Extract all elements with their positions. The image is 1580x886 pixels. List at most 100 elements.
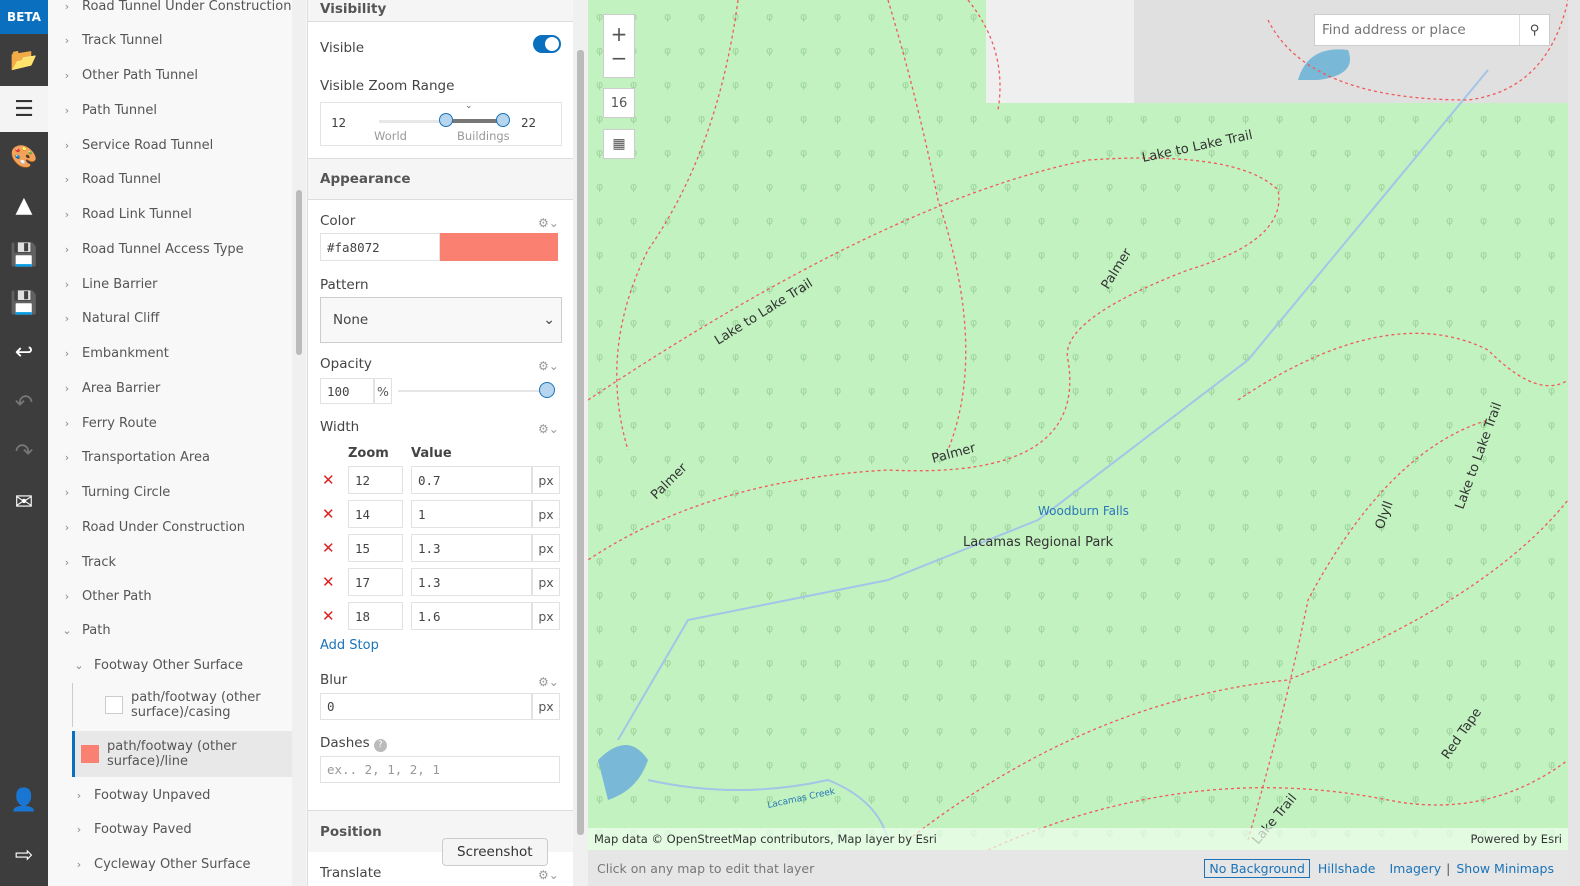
stop-value-input[interactable]: 0.7 [411, 466, 532, 494]
map-attribution[interactable]: Map data © OpenStreetMap contributors, M… [594, 832, 937, 846]
save-as-icon[interactable]: 💾 [0, 280, 48, 326]
layer-item[interactable]: › Natural Cliff [48, 302, 292, 336]
account-icon[interactable]: 👤 [0, 777, 48, 823]
stop-value-input[interactable]: 1.3 [411, 568, 532, 596]
powered-by-esri[interactable]: Powered by Esri [1471, 832, 1563, 846]
color-input[interactable]: #fa8072 [320, 233, 440, 261]
layer-item[interactable]: › Path Tunnel [48, 93, 292, 127]
gear-icon[interactable]: ⚙⌄ [538, 868, 559, 882]
remove-stop-icon[interactable]: ✕ [322, 607, 335, 625]
layer-label: Other Path [82, 589, 152, 605]
layer-item[interactable]: › Track Tunnel [48, 24, 292, 58]
blur-input[interactable]: 0 [320, 693, 532, 720]
layer-line-selected[interactable]: path/footway (other surface)/line [72, 731, 292, 777]
zoom-column-header: Zoom [348, 446, 389, 461]
layer-list-scrollbar[interactable] [292, 0, 306, 886]
layer-label: Natural Cliff [82, 311, 160, 327]
opacity-slider[interactable] [398, 390, 548, 392]
layer-label: Service Road Tunnel [82, 137, 214, 153]
layer-item[interactable]: › Embankment [48, 337, 292, 371]
stop-value-input[interactable]: 1 [411, 500, 532, 528]
zoom-min[interactable]: 12 [331, 115, 346, 130]
layer-label: Road Under Construction [82, 519, 246, 535]
layer-item[interactable]: › Service Road Tunnel [48, 128, 292, 162]
layer-item[interactable]: › Road Link Tunnel [48, 198, 292, 232]
layer-item[interactable]: › Other Path [48, 580, 292, 614]
undo-icon[interactable]: ↶ [0, 380, 48, 426]
stop-value-input[interactable]: 1.3 [411, 534, 532, 562]
layer-item[interactable]: › Other Path Tunnel [48, 59, 292, 93]
folder-icon[interactable]: 📂 [0, 37, 48, 83]
dashes-input[interactable]: ex.. 2, 1, 2, 1 [320, 756, 560, 783]
hillshade-button[interactable]: Hillshade [1318, 861, 1376, 876]
layer-item[interactable]: › Track [48, 545, 292, 579]
zoom-max-handle[interactable] [496, 113, 510, 127]
layer-item[interactable]: › Transportation Area [48, 441, 292, 475]
chevron-right-icon: › [64, 208, 70, 221]
layer-item[interactable]: › Road Under Construction [48, 510, 292, 544]
zoom-out-button[interactable]: − [611, 46, 628, 70]
redo-icon[interactable]: ↷ [0, 429, 48, 475]
layer-item[interactable]: › Footway Unpaved [48, 778, 292, 812]
stop-zoom-input[interactable]: 14 [348, 500, 403, 528]
export-icon[interactable]: ⇨ [0, 832, 48, 878]
layer-item[interactable]: › Area Barrier [48, 371, 292, 405]
remove-stop-icon[interactable]: ✕ [322, 505, 335, 523]
shapes-icon[interactable]: ▲ [0, 182, 48, 228]
panel-scrollbar[interactable] [573, 0, 588, 886]
stop-zoom-input[interactable]: 18 [348, 602, 403, 630]
help-icon[interactable]: ? [373, 739, 387, 752]
layer-item[interactable]: › Footway Paved [48, 813, 292, 847]
palette-icon[interactable]: 🎨 [0, 134, 48, 180]
opacity-handle[interactable] [539, 382, 555, 398]
layer-label: Line Barrier [82, 276, 158, 292]
layer-item[interactable]: › Turning Circle [48, 476, 292, 510]
revert-icon[interactable]: ↩ [0, 329, 48, 375]
imagery-button[interactable]: Imagery [1389, 861, 1441, 876]
layer-item[interactable]: › Cycleway Other Surface [48, 848, 292, 882]
remove-stop-icon[interactable]: ✕ [322, 471, 335, 489]
layer-item[interactable]: › Ferry Route [48, 406, 292, 440]
pattern-select[interactable]: None ⌄ [320, 297, 562, 343]
stop-zoom-input[interactable]: 15 [348, 534, 403, 562]
gear-icon[interactable]: ⚙⌄ [538, 675, 559, 689]
chevron-right-icon: › [64, 520, 70, 534]
layer-list: › Road Tunnel Under Construction › Track Tu… [48, 0, 292, 886]
color-swatch[interactable] [440, 233, 558, 261]
layer-item[interactable]: › Road Tunnel [48, 163, 292, 197]
stop-zoom-input[interactable]: 17 [348, 568, 403, 596]
visible-toggle[interactable] [533, 35, 561, 53]
layers-icon[interactable]: ☰ [0, 86, 48, 132]
beta-badge: BETA [0, 0, 48, 34]
zoom-in-button[interactable]: + [611, 22, 628, 46]
remove-stop-icon[interactable]: ✕ [322, 573, 335, 591]
map-canvas[interactable]: φ Lake to Lake Trail Lake to Lake Trail … [588, 0, 1568, 850]
save-icon[interactable]: 💾 [0, 232, 48, 278]
gear-icon[interactable]: ⚙⌄ [538, 422, 559, 436]
mail-icon[interactable]: ✉ [0, 479, 48, 525]
stop-value-input[interactable]: 1.6 [411, 602, 532, 630]
zoom-range-slider[interactable]: 12 22 ⌄ World Buildings [320, 101, 562, 146]
layer-casing[interactable]: path/footway (other surface)/casing [72, 683, 292, 727]
opacity-input[interactable]: 100 [320, 378, 374, 404]
layer-group-path[interactable]: ⌄ Path [48, 613, 292, 647]
grid-icon[interactable]: ▦ [603, 129, 635, 159]
add-stop-link[interactable]: Add Stop [320, 638, 379, 653]
stop-zoom-input[interactable]: 12 [348, 466, 403, 494]
no-background-button[interactable]: No Background [1204, 858, 1310, 878]
search-icon[interactable]: ⚲ [1519, 15, 1549, 45]
show-minimaps-button[interactable]: Show Minimaps [1456, 861, 1554, 876]
gear-icon[interactable]: ⚙⌄ [538, 216, 559, 230]
layer-item[interactable]: › Road Tunnel Under Construction [48, 0, 292, 23]
layer-item[interactable]: › Line Barrier [48, 267, 292, 301]
remove-stop-icon[interactable]: ✕ [322, 539, 335, 557]
search-input[interactable] [1315, 15, 1519, 45]
chevron-right-icon: › [76, 858, 82, 871]
layer-label: Footway Unpaved [94, 787, 211, 803]
layer-item[interactable]: › Road Tunnel Access Type [48, 232, 292, 266]
layer-group-footway-other[interactable]: ⌄ Footway Other Surface [48, 648, 292, 682]
zoom-min-handle[interactable] [439, 113, 453, 127]
gear-icon[interactable]: ⚙⌄ [538, 359, 559, 373]
visible-label: Visible [320, 40, 365, 56]
zoom-max[interactable]: 22 [521, 115, 536, 130]
